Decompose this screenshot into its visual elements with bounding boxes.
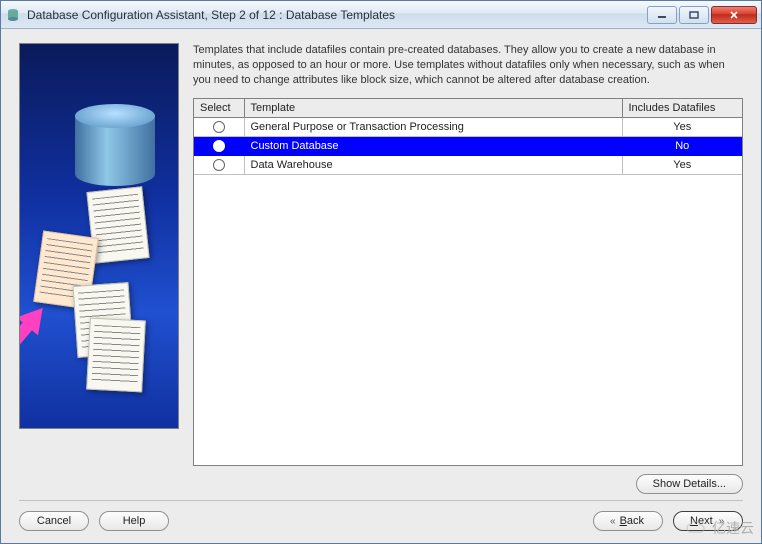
- wizard-graphic: [19, 43, 179, 429]
- cancel-button[interactable]: Cancel: [19, 511, 89, 531]
- minimize-button[interactable]: [647, 6, 677, 24]
- radio-template[interactable]: [213, 121, 225, 133]
- close-button[interactable]: [711, 6, 757, 24]
- back-button[interactable]: « Back: [593, 511, 663, 531]
- main-panel: Templates that include datafiles contain…: [193, 43, 743, 500]
- wizard-footer: Cancel Help « Back Next »: [19, 500, 743, 531]
- back-label-rest: ack: [627, 515, 644, 527]
- window-controls: [647, 6, 757, 24]
- back-mnemonic: B: [620, 515, 627, 527]
- col-select: Select: [194, 99, 244, 118]
- template-includes: Yes: [622, 155, 742, 174]
- col-template: Template: [244, 99, 622, 118]
- next-label-rest: ext: [698, 515, 713, 527]
- templates-table-container: Select Template Includes Datafiles Gener…: [193, 98, 743, 466]
- window-title: Database Configuration Assistant, Step 2…: [27, 8, 647, 22]
- radio-template[interactable]: [213, 140, 225, 152]
- table-row[interactable]: Custom Database No: [194, 136, 742, 155]
- wizard-window: Database Configuration Assistant, Step 2…: [0, 0, 762, 544]
- maximize-button[interactable]: [679, 6, 709, 24]
- chevron-right-icon: »: [719, 516, 723, 527]
- template-name: Custom Database: [244, 136, 622, 155]
- help-button[interactable]: Help: [99, 511, 169, 531]
- template-includes: Yes: [622, 117, 742, 136]
- show-details-button[interactable]: Show Details...: [636, 474, 743, 494]
- table-row[interactable]: General Purpose or Transaction Processin…: [194, 117, 742, 136]
- content-area: Templates that include datafiles contain…: [1, 29, 761, 543]
- app-icon: [5, 7, 21, 23]
- next-mnemonic: N: [690, 515, 698, 527]
- template-name: General Purpose or Transaction Processin…: [244, 117, 622, 136]
- templates-table: Select Template Includes Datafiles Gener…: [194, 99, 742, 175]
- radio-template[interactable]: [213, 159, 225, 171]
- titlebar[interactable]: Database Configuration Assistant, Step 2…: [1, 1, 761, 29]
- chevron-left-icon: «: [610, 516, 614, 527]
- document-icon: [86, 318, 146, 393]
- table-row[interactable]: Data Warehouse Yes: [194, 155, 742, 174]
- col-includes: Includes Datafiles: [622, 99, 742, 118]
- template-name: Data Warehouse: [244, 155, 622, 174]
- database-cylinder-icon: [75, 104, 155, 194]
- template-includes: No: [622, 136, 742, 155]
- next-button[interactable]: Next »: [673, 511, 743, 531]
- step-description: Templates that include datafiles contain…: [193, 43, 743, 88]
